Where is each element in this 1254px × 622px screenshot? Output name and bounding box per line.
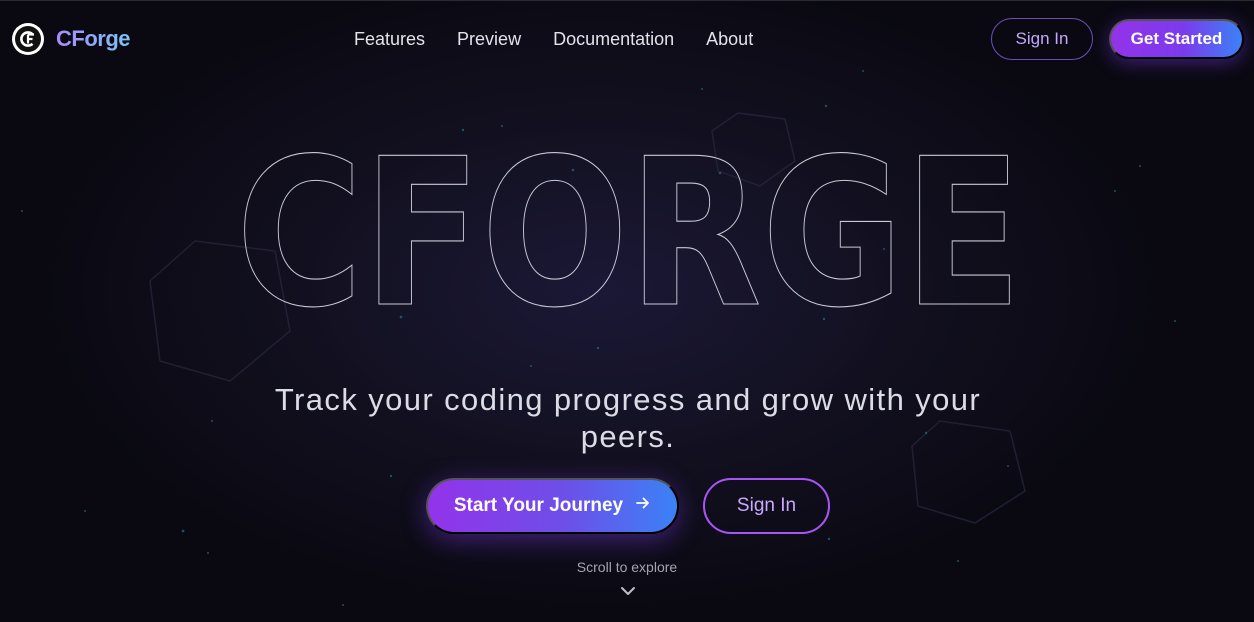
chevron-down-icon[interactable] [620, 584, 636, 602]
start-journey-button[interactable]: Start Your Journey [426, 478, 679, 534]
landing-page: CForge Features Preview Documentation Ab… [0, 0, 1254, 622]
hero-title: CFORGE [236, 116, 1022, 353]
scroll-hint: Scroll to explore [576, 559, 678, 575]
start-journey-label: Start Your Journey [453, 495, 624, 516]
hero-sign-in-button[interactable]: Sign In [703, 478, 830, 534]
hero-tagline: Track your coding progress and grow with… [274, 382, 982, 454]
arrow-right-icon [635, 495, 651, 517]
